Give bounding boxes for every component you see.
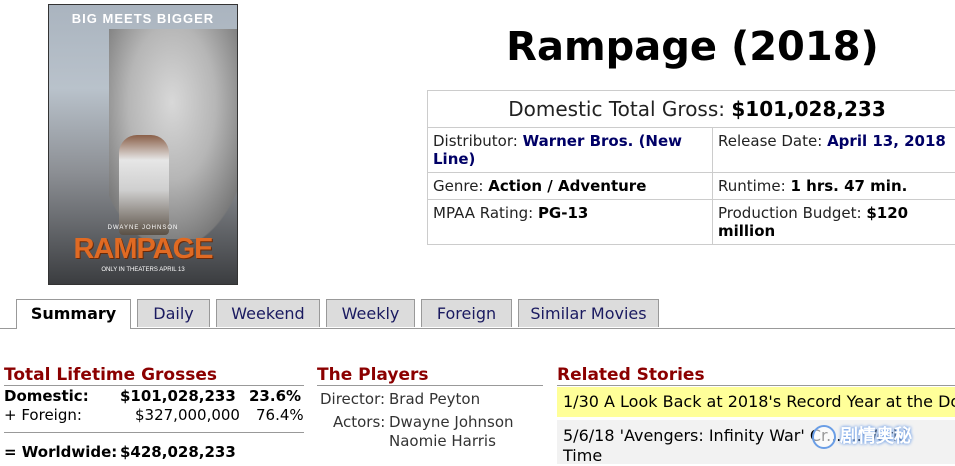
domestic-value: $101,028,233	[120, 387, 236, 405]
domestic-percent: 23.6%	[249, 387, 302, 405]
actor-link[interactable]: Naomie Harris	[389, 432, 496, 450]
release-date-cell: Release Date: April 13, 2018	[712, 127, 955, 173]
tab-summary[interactable]: Summary	[16, 299, 131, 329]
related-stories-heading: Related Stories	[557, 365, 955, 386]
mpaa-label: MPAA Rating:	[433, 204, 534, 222]
poster-man-figure	[119, 135, 169, 235]
tab-weekend[interactable]: Weekend	[216, 299, 320, 327]
movie-poster[interactable]: BIG MEETS BIGGER DWAYNE JOHNSON RAMPAGE …	[48, 4, 238, 285]
lifetime-divider	[4, 432, 304, 433]
genre-value: Action / Adventure	[488, 177, 647, 195]
budget-label: Production Budget:	[718, 204, 862, 222]
runtime-cell: Runtime: 1 hrs. 47 min.	[712, 172, 955, 200]
lifetime-grosses-heading: Total Lifetime Grosses	[4, 365, 304, 386]
domestic-gross-value: $101,028,233	[731, 97, 886, 121]
watermark-text: 剧情奥秘	[840, 426, 912, 447]
mpaa-cell: MPAA Rating: PG-13	[427, 199, 713, 245]
actor-link[interactable]: Dwayne Johnson	[389, 413, 514, 431]
play-icon	[812, 425, 836, 449]
director-value[interactable]: Brad Peyton	[389, 390, 480, 408]
genre-cell: Genre: Action / Adventure	[427, 172, 713, 200]
actors-label: Actors:	[333, 413, 386, 431]
release-date-link[interactable]: April 13, 2018	[827, 132, 946, 150]
poster-tagline: BIG MEETS BIGGER	[71, 11, 215, 26]
runtime-label: Runtime:	[718, 177, 786, 195]
movie-info-table: Domestic Total Gross: $101,028,233 Distr…	[427, 90, 955, 245]
mpaa-value: PG-13	[537, 204, 589, 222]
players-heading: The Players	[317, 365, 543, 386]
tab-daily[interactable]: Daily	[137, 299, 210, 327]
domestic-label: Domestic:	[4, 387, 89, 405]
watermark: 剧情奥秘	[812, 422, 952, 452]
worldwide-value: $428,028,233	[120, 443, 236, 461]
page-title: Rampage (2018)	[506, 24, 879, 70]
foreign-value: $327,000,000	[135, 406, 240, 424]
story-link[interactable]: 1/30 A Look Back at 2018's Record Year a…	[557, 387, 955, 417]
distributor-label: Distributor:	[433, 132, 518, 150]
domestic-gross-cell: Domestic Total Gross: $101,028,233	[427, 90, 955, 128]
runtime-value: 1 hrs. 47 min.	[790, 177, 908, 195]
poster-release: ONLY IN THEATERS APRIL 13	[101, 267, 185, 273]
tab-similar-movies[interactable]: Similar Movies	[518, 299, 659, 327]
tab-weekly[interactable]: Weekly	[326, 299, 415, 327]
distributor-cell: Distributor: Warner Bros. (New Line)	[427, 127, 713, 173]
poster-actor: DWAYNE JOHNSON	[107, 225, 179, 231]
release-date-label: Release Date:	[718, 132, 823, 150]
genre-label: Genre:	[433, 177, 484, 195]
tab-foreign[interactable]: Foreign	[421, 299, 512, 327]
worldwide-label: = Worldwide:	[4, 443, 118, 461]
domestic-gross-label: Domestic Total Gross:	[508, 97, 726, 121]
foreign-percent: 76.4%	[256, 406, 304, 424]
budget-cell: Production Budget: $120 million	[712, 199, 955, 245]
poster-title: RAMPAGE	[73, 233, 213, 265]
director-label: Director:	[320, 390, 386, 408]
foreign-label: + Foreign:	[4, 406, 82, 424]
tab-bar: Summary Daily Weekend Weekly Foreign Sim…	[0, 299, 955, 329]
